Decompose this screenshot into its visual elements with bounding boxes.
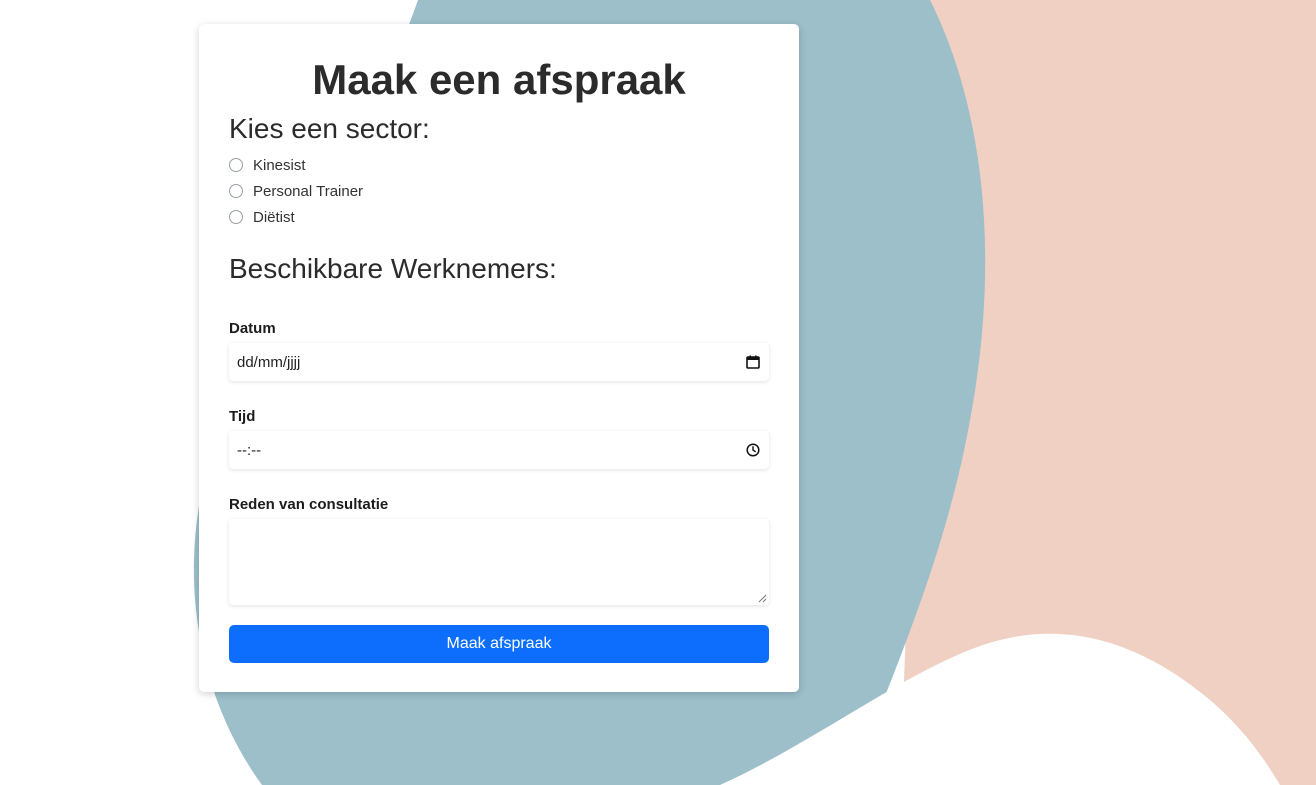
sector-option-label: Kinesist — [253, 156, 306, 174]
reason-textarea[interactable] — [229, 519, 769, 605]
submit-appointment-button[interactable]: Maak afspraak — [229, 625, 769, 663]
date-input-placeholder: dd/mm/jjjj — [237, 353, 301, 371]
time-input-placeholder: --:-- — [237, 441, 262, 459]
date-label: Datum — [229, 320, 276, 337]
sector-radio-group: Kinesist Personal Trainer Diëtist — [229, 152, 363, 230]
clock-icon[interactable] — [745, 442, 761, 458]
time-input[interactable]: --:-- — [229, 431, 769, 469]
sector-heading: Kies een sector: — [229, 113, 430, 144]
appointment-form-card: Maak een afspraak Kies een sector: Kines… — [199, 24, 799, 692]
calendar-icon[interactable] — [745, 354, 761, 370]
radio-button[interactable] — [229, 210, 243, 224]
sector-option-label: Diëtist — [253, 208, 295, 226]
page-title: Maak een afspraak — [312, 56, 686, 103]
sector-option-dietist[interactable]: Diëtist — [229, 204, 363, 230]
resize-handle-icon[interactable] — [758, 594, 767, 603]
sector-option-kinesist[interactable]: Kinesist — [229, 152, 363, 178]
radio-button[interactable] — [229, 184, 243, 198]
time-label: Tijd — [229, 408, 256, 425]
radio-button[interactable] — [229, 158, 243, 172]
sector-option-personal-trainer[interactable]: Personal Trainer — [229, 178, 363, 204]
sector-option-label: Personal Trainer — [253, 182, 364, 200]
date-input[interactable]: dd/mm/jjjj — [229, 343, 769, 381]
available-workers-heading: Beschikbare Werknemers: — [229, 253, 557, 284]
reason-label: Reden van consultatie — [229, 496, 389, 513]
